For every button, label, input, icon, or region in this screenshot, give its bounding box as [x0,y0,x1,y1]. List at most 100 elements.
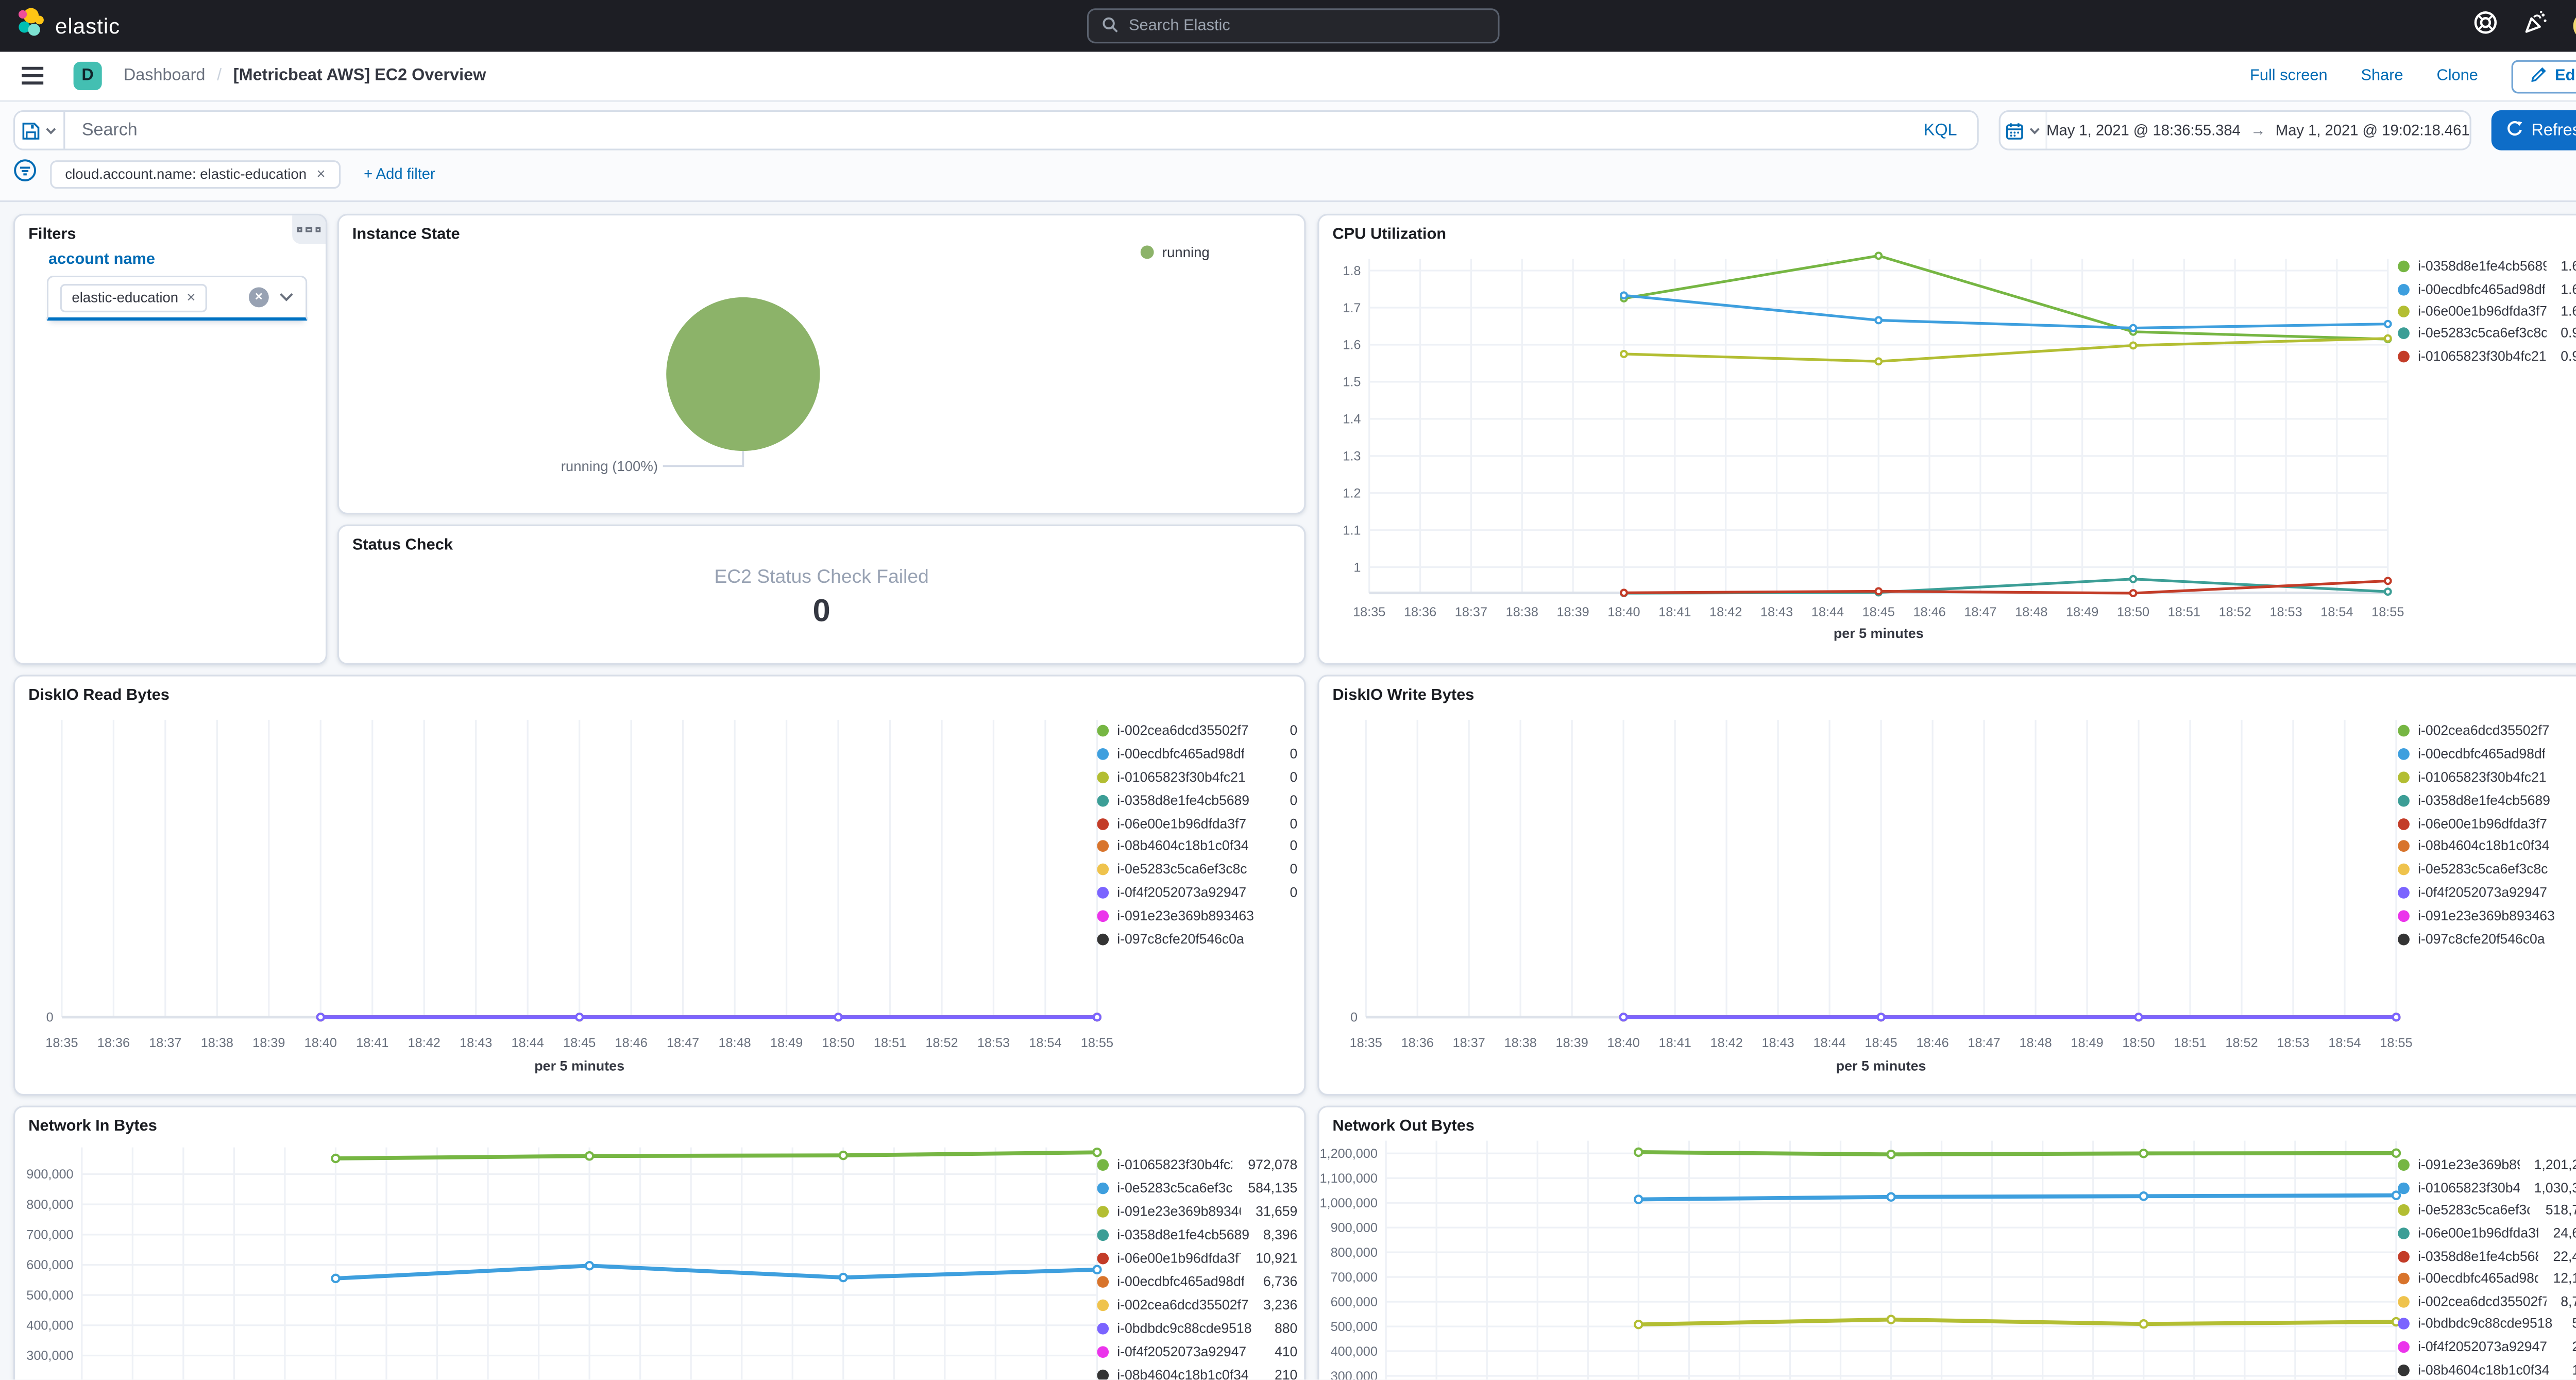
legend-label: i-0bdbdc9c88cde9518 [2418,1317,2553,1332]
filter-pill[interactable]: cloud.account.name: elastic-education × [50,159,341,188]
legend-item[interactable]: i-002cea6dcd35502f70 [2398,720,2576,743]
elastic-logo[interactable]: elastic [16,6,120,46]
legend-item[interactable]: i-0bdbdc9c88cde9518 589 [2398,1313,2576,1336]
legend-item[interactable]: i-08b4604c18b1c0f34 196 [2398,1358,2576,1379]
full-screen-link[interactable]: Full screen [2250,67,2328,86]
query-input[interactable] [65,120,1904,141]
legend-dot-icon [2398,725,2410,737]
filter-icon[interactable] [13,158,37,190]
date-quick-select-button[interactable] [2001,112,2047,149]
add-filter-button[interactable]: + Add filter [364,165,435,182]
legend-item[interactable]: i-091e23e369b893... 1,201,252 [2398,1154,2576,1177]
legend-item[interactable]: i-00ecdbfc465ad98df0 [1097,743,1297,766]
legend-label: i-0e5283c5ca6ef3c8c [2418,862,2548,878]
legend-item[interactable]: i-01065823f30b4fc210 [2398,766,2576,789]
legend-item[interactable]: i-0bdbdc9c88cde9518 880 [1097,1316,1297,1339]
panel-options-button[interactable] [292,215,326,244]
legend-item[interactable]: i-091e23e369b893463 [1097,904,1297,928]
legend-item[interactable]: i-097c8cfe20f546c0a [2398,927,2576,950]
legend-label: i-06e00e1b96dfda3f7 [2418,1226,2538,1241]
network-out-line-chart: 300,000 400,000 500,000 600,000 700,000 800,0… [1320,1140,2401,1380]
legend-item[interactable]: i-00ecdbfc465ad98df0 [2398,743,2576,766]
legend-dot-icon [1097,933,1109,945]
legend-item[interactable]: i-0f4f2052073a92947 410 [1097,1339,1297,1362]
remove-filter-icon[interactable]: × [316,165,325,182]
user-avatar[interactable]: m [2573,11,2576,40]
date-end[interactable]: May 1, 2021 @ 19:02:18.461 [2276,122,2470,139]
svg-text:18:50: 18:50 [2117,605,2149,619]
legend-value: 31,659 [1256,1203,1298,1219]
legend-item[interactable]: i-0358d8e1fe4cb5689 1.615 [2398,256,2576,278]
clear-selection-icon[interactable]: × [248,287,269,308]
legend-dot-icon [2398,1295,2410,1308]
legend-dot-icon [2398,261,2410,273]
legend-item[interactable]: i-0e5283c5ca6ef3c8c0 [2398,858,2576,881]
saved-query-button[interactable] [15,112,65,149]
global-search-input[interactable] [1128,16,1485,36]
legend-item[interactable]: i-0e5283c5ca6ef3c8c 518,769 [2398,1200,2576,1222]
legend-item[interactable]: i-01065823f30b4fc210 [1097,766,1297,789]
legend-label: i-0e5283c5ca6ef3c8c [2418,1203,2530,1219]
account-name-combobox[interactable]: elastic-education × × [46,275,308,321]
legend-item[interactable]: i-01065823f30b4fc... 1,030,384 [2398,1177,2576,1200]
legend-item[interactable]: i-00ecdbfc465ad98df 12,176 [2398,1268,2576,1290]
svg-text:18:39: 18:39 [1556,1036,1588,1050]
legend-item[interactable]: i-0f4f2052073a92947 208 [2398,1336,2576,1358]
legend-item[interactable]: i-06e00e1b96dfda3f70 [2398,812,2576,835]
legend-item[interactable]: i-00ecdbfc465ad98df 6,736 [1097,1269,1297,1292]
chart-legend[interactable]: i-002cea6dcd35502f70i-00ecdbfc465ad98df0… [2398,720,2576,950]
legend-item[interactable]: i-00ecdbfc465ad98df 1.656 [2398,278,2576,300]
legend-dot-icon [2398,817,2410,830]
pie-slice-running[interactable] [666,297,820,451]
query-language-button[interactable]: KQL [1904,121,1977,140]
legend-item[interactable]: i-0f4f2052073a929470 [1097,881,1297,904]
legend-item[interactable]: i-06e00e1b96dfda3f7 24,685 [2398,1222,2576,1245]
legend-item[interactable]: i-0358d8e1fe4cb56890 [1097,789,1297,812]
legend-item[interactable]: i-0e5283c5ca6ef3c8c 0.934 [2398,323,2576,345]
share-link[interactable]: Share [2361,67,2403,86]
panel-filters: Filters account name elastic-education ×… [13,213,328,665]
breadcrumb-bar: D Dashboard / [Metricbeat AWS] EC2 Overv… [0,52,2576,102]
refresh-button[interactable]: Refresh [2491,110,2576,150]
legend-item[interactable]: i-002cea6dcd35502f7 8,779 [2398,1290,2576,1313]
edit-button[interactable]: Edit [2511,59,2576,93]
chart-legend[interactable]: i-091e23e369b893... 1,201,252 i-01065823f3… [2398,1154,2576,1380]
remove-option-icon[interactable]: × [187,289,195,306]
chart-legend[interactable]: i-002cea6dcd35502f70i-00ecdbfc465ad98df0… [1097,720,1297,950]
legend-item[interactable]: i-08b4604c18b1c0f340 [1097,835,1297,858]
svg-text:18:51: 18:51 [874,1036,906,1050]
menu-icon[interactable] [13,58,50,94]
newsfeed-icon[interactable] [2523,9,2548,43]
legend-item[interactable]: i-0358d8e1fe4cb5689 22,498 [2398,1245,2576,1268]
legend-item[interactable]: i-091e23e369b893463 31,659 [1097,1199,1297,1222]
legend-item[interactable]: i-0358d8e1fe4cb5689 8,396 [1097,1222,1297,1246]
legend-dot-icon [1097,1205,1109,1217]
selected-option-pill[interactable]: elastic-education × [60,283,208,312]
chart-legend[interactable]: i-0358d8e1fe4cb5689 1.615 i-00ecdbfc465ad9… [2398,256,2576,367]
global-search[interactable] [1087,8,1500,44]
breadcrumb-dashboard[interactable]: Dashboard [124,67,206,86]
chevron-down-icon[interactable] [279,292,294,302]
date-start[interactable]: May 1, 2021 @ 18:36:55.384 [2046,122,2241,139]
legend-item[interactable]: i-06e00e1b96dfda3f70 [1097,812,1297,835]
legend-item[interactable]: i-01065823f30b4fc21 972,078 [1097,1152,1297,1175]
legend-item[interactable]: i-0358d8e1fe4cb56890 [2398,789,2576,812]
clone-link[interactable]: Clone [2436,67,2478,86]
help-icon[interactable] [2473,9,2498,43]
legend-item[interactable]: i-06e00e1b96dfda3f7 10,921 [1097,1246,1297,1269]
legend-label: i-097c8cfe20f546c0a [1117,931,1244,947]
legend-item[interactable]: i-091e23e369b893463 [2398,904,2576,928]
legend-item[interactable]: i-0f4f2052073a929470 [2398,881,2576,904]
legend-item[interactable]: i-06e00e1b96dfda3f7 1.617 [2398,300,2576,323]
legend-item[interactable]: i-08b4604c18b1c0f340 [2398,835,2576,858]
legend-item[interactable]: i-002cea6dcd35502f7 3,236 [1097,1293,1297,1316]
legend-item[interactable]: i-0e5283c5ca6ef3c8c 584,135 [1097,1176,1297,1199]
legend-item[interactable]: i-0e5283c5ca6ef3c8c0 [1097,858,1297,881]
svg-text:18:53: 18:53 [977,1036,1010,1050]
chart-legend[interactable]: i-01065823f30b4fc21 972,078 i-0e5283c5ca6e… [1097,1152,1297,1380]
legend-item[interactable]: i-097c8cfe20f546c0a [1097,927,1297,950]
legend-item[interactable]: i-002cea6dcd35502f70 [1097,720,1297,743]
legend-item[interactable]: i-01065823f30b4fc21 0.963 [2398,345,2576,367]
legend-item[interactable]: i-08b4604c18b1c0f34 210 [1097,1363,1297,1380]
svg-text:18:55: 18:55 [2380,1036,2412,1050]
